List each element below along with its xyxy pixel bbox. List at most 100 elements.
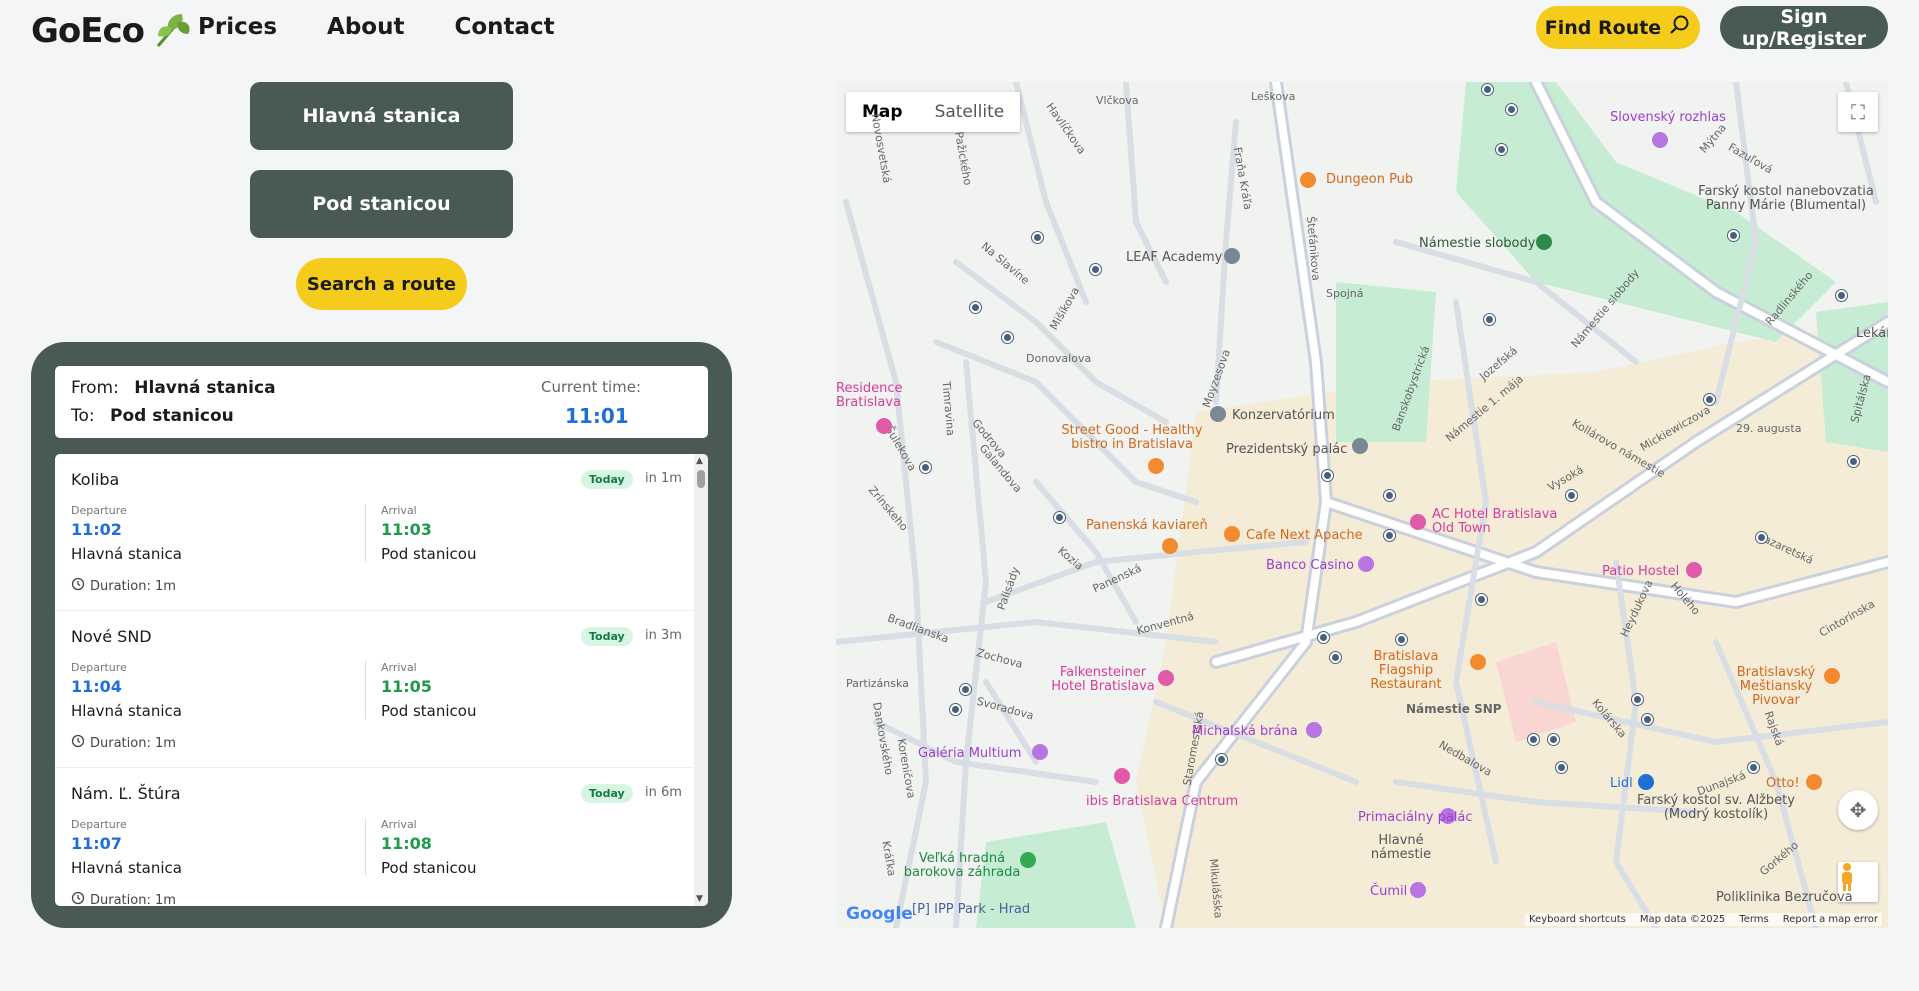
list-scrollbar[interactable]: ▲ ▼: [694, 454, 708, 906]
bus-stop-icon[interactable]: [1836, 290, 1847, 301]
place-label[interactable]: Residence Bratislava: [836, 382, 926, 410]
poi-marker[interactable]: [1352, 438, 1368, 454]
bus-stop-icon[interactable]: [1054, 512, 1065, 523]
place-label[interactable]: Dungeon Pub: [1326, 172, 1413, 187]
from-stop-button[interactable]: Hlavná stanica: [250, 82, 513, 150]
place-label[interactable]: Veľká hradná barokova záhrada: [902, 852, 1022, 880]
logo[interactable]: GoEco: [31, 8, 194, 54]
poi-marker[interactable]: [1358, 556, 1374, 572]
bus-stop-icon[interactable]: [1002, 332, 1013, 343]
place-label[interactable]: Čumil: [1370, 884, 1407, 899]
bus-stop-icon[interactable]: [1384, 530, 1395, 541]
poi-marker[interactable]: [1410, 882, 1426, 898]
bus-stop-icon[interactable]: [1566, 490, 1577, 501]
nav-prices[interactable]: Prices: [198, 14, 277, 40]
poi-marker[interactable]: [1020, 852, 1036, 868]
place-label[interactable]: Banco Casino: [1266, 558, 1354, 573]
place-label[interactable]: Námestie slobody: [1419, 236, 1535, 251]
bus-stop-icon[interactable]: [960, 684, 971, 695]
place-label[interactable]: Panenská kaviareň: [1086, 518, 1208, 533]
bus-stop-icon[interactable]: [950, 704, 961, 715]
poi-marker[interactable]: [1210, 406, 1226, 422]
keyboard-shortcuts-link[interactable]: Keyboard shortcuts: [1529, 914, 1626, 925]
poi-marker[interactable]: [1114, 768, 1130, 784]
map[interactable]: Map Satellite ⛶ ✥ Leškova Vlčkova Havlíč…: [836, 82, 1888, 928]
place-label[interactable]: LEAF Academy: [1126, 250, 1222, 265]
poi-marker[interactable]: [1824, 668, 1840, 684]
poi-marker[interactable]: [1306, 722, 1322, 738]
place-label[interactable]: Lekár: [1856, 326, 1888, 341]
terms-link[interactable]: Terms: [1739, 914, 1768, 925]
bus-stop-icon[interactable]: [1330, 652, 1341, 663]
place-label[interactable]: Farský kostol nanebovzatia Panny Márie (…: [1691, 185, 1881, 213]
poi-marker[interactable]: [1536, 234, 1552, 250]
bus-stop-icon[interactable]: [1384, 490, 1395, 501]
bus-stop-icon[interactable]: [1476, 594, 1487, 605]
poi-marker[interactable]: [876, 418, 892, 434]
signup-button[interactable]: Sign up/Register: [1720, 6, 1888, 50]
bus-stop-icon[interactable]: [920, 462, 931, 473]
bus-stop-icon[interactable]: [1748, 762, 1759, 773]
bus-stop-icon[interactable]: [1496, 144, 1507, 155]
bus-stop-icon[interactable]: [1848, 456, 1859, 467]
scroll-up-icon[interactable]: ▲: [696, 456, 703, 466]
nav-contact[interactable]: Contact: [454, 14, 554, 40]
camera-control-icon[interactable]: ✥: [1838, 790, 1878, 830]
bus-stop-icon[interactable]: [1556, 762, 1567, 773]
departure-item[interactable]: Nám. Ľ. Štúra Today in 6m Departure Arri…: [55, 768, 694, 906]
report-map-error-link[interactable]: Report a map error: [1783, 914, 1878, 925]
search-route-button[interactable]: Search a route: [296, 258, 467, 310]
poi-marker[interactable]: [1224, 526, 1240, 542]
bus-stop-icon[interactable]: [1642, 714, 1653, 725]
departure-item[interactable]: Koliba Today in 1m Departure Arrival 11:…: [55, 454, 694, 611]
bus-stop-icon[interactable]: [1484, 314, 1495, 325]
place-label[interactable]: Bratislava Flagship Restaurant: [1346, 650, 1466, 692]
bus-stop-icon[interactable]: [1318, 632, 1329, 643]
place-label[interactable]: Street Good - Healthy bistro in Bratisla…: [1052, 424, 1212, 452]
place-label[interactable]: Slovenský rozhlas: [1610, 110, 1726, 125]
poi-marker[interactable]: [1410, 514, 1426, 530]
bus-stop-icon[interactable]: [1506, 104, 1517, 115]
fullscreen-icon[interactable]: ⛶: [1838, 92, 1878, 132]
bus-stop-icon[interactable]: [1728, 230, 1739, 241]
bus-stop-icon[interactable]: [1216, 754, 1227, 765]
place-label[interactable]: [P] IPP Park - Hrad: [912, 902, 1030, 917]
place-label[interactable]: Cafe Next Apache: [1246, 528, 1363, 543]
to-stop-button[interactable]: Pod stanicou: [250, 170, 513, 238]
place-label[interactable]: Poliklinika Bezručova: [1716, 890, 1853, 905]
bus-stop-icon[interactable]: [1482, 84, 1493, 95]
bus-stop-icon[interactable]: [1528, 734, 1539, 745]
place-label[interactable]: Bratislavský Meštiansky Pivovar: [1726, 666, 1826, 708]
place-label[interactable]: Patio Hostel: [1602, 564, 1679, 579]
place-label[interactable]: Falkensteiner Hotel Bratislava: [1048, 666, 1158, 694]
find-route-button[interactable]: Find Route: [1536, 6, 1700, 49]
bus-stop-icon[interactable]: [1704, 394, 1715, 405]
bus-stop-icon[interactable]: [1032, 232, 1043, 243]
place-label[interactable]: Konzervatórium: [1232, 408, 1335, 423]
bus-stop-icon[interactable]: [1396, 634, 1407, 645]
bus-stop-icon[interactable]: [1090, 264, 1101, 275]
bus-stop-icon[interactable]: [970, 302, 981, 313]
poi-marker[interactable]: [1470, 654, 1486, 670]
poi-marker[interactable]: [1652, 132, 1668, 148]
poi-marker[interactable]: [1300, 172, 1316, 188]
poi-marker[interactable]: [1032, 744, 1048, 760]
poi-marker[interactable]: [1224, 248, 1240, 264]
departure-item[interactable]: Nové SND Today in 3m Departure Arrival 1…: [55, 611, 694, 768]
poi-marker[interactable]: [1162, 538, 1178, 554]
place-label[interactable]: Lidl: [1610, 776, 1633, 791]
map-type-satellite[interactable]: Satellite: [919, 92, 1021, 132]
place-label[interactable]: Primaciálny palác: [1358, 810, 1473, 825]
place-label[interactable]: Prezidentský palác: [1226, 442, 1347, 457]
bus-stop-icon[interactable]: [1322, 470, 1333, 481]
nav-about[interactable]: About: [327, 14, 404, 40]
scroll-thumb[interactable]: [697, 470, 705, 488]
place-label[interactable]: Hlavné námestie: [1356, 834, 1446, 862]
place-label[interactable]: AC Hotel Bratislava Old Town: [1432, 508, 1562, 536]
place-label[interactable]: ibis Bratislava Centrum: [1086, 794, 1238, 809]
poi-marker[interactable]: [1806, 774, 1822, 790]
bus-stop-icon[interactable]: [1632, 694, 1643, 705]
poi-marker[interactable]: [1686, 562, 1702, 578]
poi-marker[interactable]: [1158, 670, 1174, 686]
bus-stop-icon[interactable]: [1548, 734, 1559, 745]
